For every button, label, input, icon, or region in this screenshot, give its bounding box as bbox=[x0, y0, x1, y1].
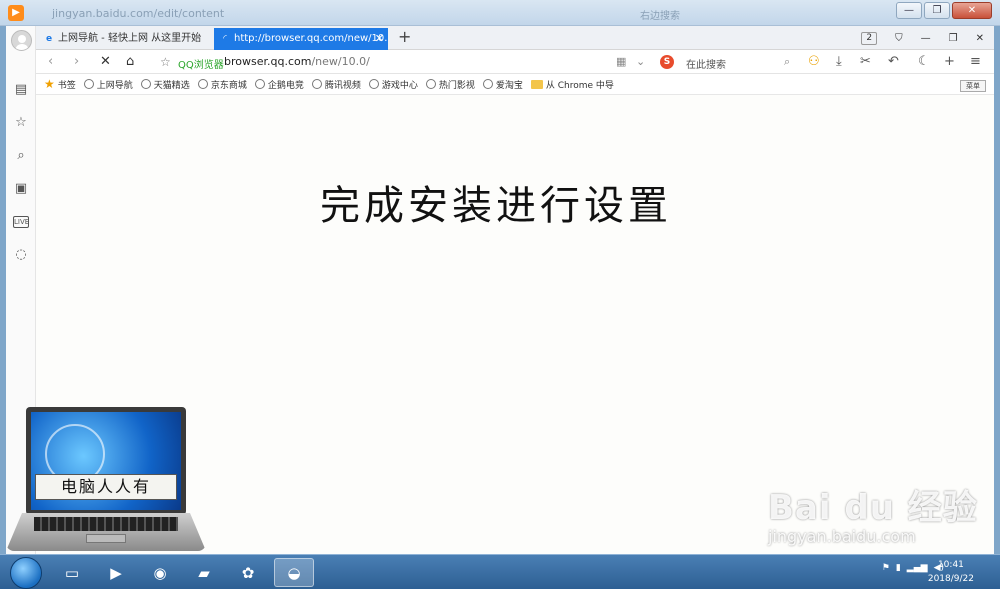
undo-icon[interactable]: ↶ bbox=[888, 54, 899, 69]
start-button[interactable] bbox=[10, 557, 42, 589]
bookmark-item[interactable]: 上网导航 bbox=[83, 78, 133, 91]
bookmark-item[interactable]: 腾讯视频 bbox=[311, 78, 361, 91]
stop-icon[interactable]: ✕ bbox=[100, 54, 111, 69]
game-icon[interactable]: ⚇ bbox=[808, 54, 820, 69]
laptop-screen: 电脑人人有 bbox=[26, 407, 186, 515]
favorite-star-icon[interactable]: ☆ bbox=[160, 55, 171, 69]
menu-tooltip: 菜单 bbox=[960, 80, 986, 92]
laptop-label: 电脑人人有 bbox=[35, 474, 177, 500]
moon-icon[interactable]: ☾ bbox=[918, 54, 930, 69]
shirt-icon[interactable]: ⛉ bbox=[895, 33, 903, 44]
minimize-icon[interactable]: — bbox=[921, 33, 931, 44]
bookmark-item[interactable]: 京东商城 bbox=[197, 78, 247, 91]
bookmark-item[interactable]: 企鹅电竞 bbox=[254, 78, 304, 91]
avatar[interactable] bbox=[11, 30, 32, 51]
globe-icon bbox=[425, 79, 436, 89]
tab-label: 上网导航 - 轻快上网 从这里开始 bbox=[58, 33, 202, 44]
globe-icon bbox=[311, 79, 322, 89]
close-icon[interactable]: ✕ bbox=[976, 33, 984, 44]
search-input[interactable]: 在此搜索 bbox=[686, 56, 726, 71]
laptop-touchpad bbox=[86, 534, 126, 543]
bookmark-item[interactable]: 天猫精选 bbox=[140, 78, 190, 91]
address-host: browser.qq.com bbox=[224, 55, 312, 68]
loading-icon: ◜ bbox=[223, 34, 227, 44]
close-icon[interactable]: ✕ bbox=[952, 2, 992, 19]
address-path: /new/10.0/ bbox=[311, 55, 370, 68]
watermark-url: jingyan.baidu.com bbox=[768, 527, 916, 546]
star-icon: ★ bbox=[44, 77, 55, 91]
tab-close-icon[interactable]: ✕ bbox=[375, 28, 384, 50]
tab-label: http://browser.qq.com/new/10.0/ bbox=[234, 33, 388, 44]
live-icon[interactable]: LIVE bbox=[13, 216, 29, 228]
restore-icon[interactable]: ❐ bbox=[924, 2, 950, 19]
forward-icon[interactable]: › bbox=[74, 54, 79, 69]
navigation-bar: ‹ › ✕ ⌂ ☆ QQ浏览器 browser.qq.com/new/10.0/… bbox=[36, 50, 994, 74]
menu-icon[interactable]: ≡ bbox=[970, 54, 981, 69]
globe-icon bbox=[482, 79, 493, 89]
ie-icon: e bbox=[45, 34, 53, 44]
video-icon[interactable]: ▣ bbox=[13, 181, 29, 197]
search-icon[interactable]: ⌕ bbox=[784, 55, 790, 69]
search-icon[interactable]: ⌕ bbox=[13, 148, 29, 164]
chat-icon[interactable]: ◌ bbox=[13, 247, 29, 263]
star-icon[interactable]: ☆ bbox=[13, 115, 29, 131]
qq-browser-taskbar-icon[interactable]: ◒ bbox=[274, 558, 314, 587]
app-icon[interactable]: ✿ bbox=[228, 558, 268, 587]
notes-icon[interactable]: ▰ bbox=[184, 558, 224, 587]
add-icon[interactable]: + bbox=[944, 54, 955, 69]
page-title: 完成安装进行设置 bbox=[320, 183, 672, 229]
tab-bar: e 上网导航 - 轻快上网 从这里开始 ◜ http://browser.qq.… bbox=[36, 26, 994, 50]
bookmarks-bar: ★ 书签 上网导航 天猫精选 京东商城 企鹅电竞 腾讯视频 游戏中心 热门影视 爱… bbox=[36, 74, 994, 95]
tabbar-right-controls: 2 ⛉ — ❐ ✕ bbox=[861, 26, 994, 50]
news-icon[interactable]: ▤ bbox=[13, 82, 29, 98]
minimize-icon[interactable]: — bbox=[896, 2, 922, 19]
address-brand: QQ浏览器 bbox=[178, 60, 224, 71]
sogou-search-icon[interactable]: S bbox=[660, 55, 674, 69]
window-titlebar: ▶ jingyan.baidu.com/edit/content 右边搜索 — … bbox=[0, 0, 1000, 26]
bookmark-item[interactable]: 游戏中心 bbox=[368, 78, 418, 91]
address-input[interactable]: browser.qq.com/new/10.0/ bbox=[224, 55, 370, 68]
grid-icon[interactable]: ▦ bbox=[616, 55, 626, 68]
browser-app-icon[interactable]: ▶ bbox=[8, 5, 24, 21]
clock-date: 2018/9/22 bbox=[927, 574, 974, 584]
download-icon[interactable]: ⤓ bbox=[836, 54, 842, 69]
bookmark-item[interactable]: 热门影视 bbox=[425, 78, 475, 91]
globe-icon bbox=[197, 79, 208, 89]
baidu-watermark: Bai du 经验 jingyan.baidu.com bbox=[768, 480, 978, 570]
globe-icon bbox=[368, 79, 379, 89]
new-tab-icon[interactable]: + bbox=[398, 27, 411, 46]
restore-icon[interactable]: ❐ bbox=[949, 33, 958, 44]
title-right-text: 右边搜索 bbox=[640, 11, 680, 22]
globe-icon bbox=[140, 79, 151, 89]
globe-icon bbox=[254, 79, 265, 89]
globe-icon bbox=[83, 79, 94, 89]
media-player-icon[interactable]: ▶ bbox=[96, 558, 136, 587]
tab-home-nav[interactable]: e 上网导航 - 轻快上网 从这里开始 bbox=[38, 28, 212, 50]
laptop-logo-overlay: 电脑人人有 bbox=[6, 407, 206, 552]
bookmark-item[interactable]: 爱淘宝 bbox=[482, 78, 523, 91]
scissors-icon[interactable]: ✂ bbox=[860, 54, 871, 69]
watermark-logo: Bai du 经验 bbox=[768, 488, 978, 528]
bookmarks-label[interactable]: ★ 书签 bbox=[44, 77, 76, 91]
tab-count-badge[interactable]: 2 bbox=[861, 31, 878, 45]
back-icon[interactable]: ‹ bbox=[48, 54, 53, 69]
home-icon[interactable]: ⌂ bbox=[126, 54, 134, 69]
bookmark-folder[interactable]: 从 Chrome 中导 bbox=[530, 78, 614, 91]
file-explorer-icon[interactable]: ▭ bbox=[52, 558, 92, 587]
chevron-down-icon[interactable]: ⌄ bbox=[636, 55, 645, 68]
title-url-text: jingyan.baidu.com/edit/content bbox=[52, 7, 225, 20]
laptop-keyboard bbox=[34, 517, 178, 531]
tab-browser-qq[interactable]: ◜ http://browser.qq.com/new/10.0/ ✕ bbox=[214, 28, 388, 50]
window-controls: — ❐ ✕ bbox=[896, 2, 992, 19]
chrome-icon[interactable]: ◉ bbox=[140, 558, 180, 587]
folder-icon bbox=[530, 79, 543, 89]
